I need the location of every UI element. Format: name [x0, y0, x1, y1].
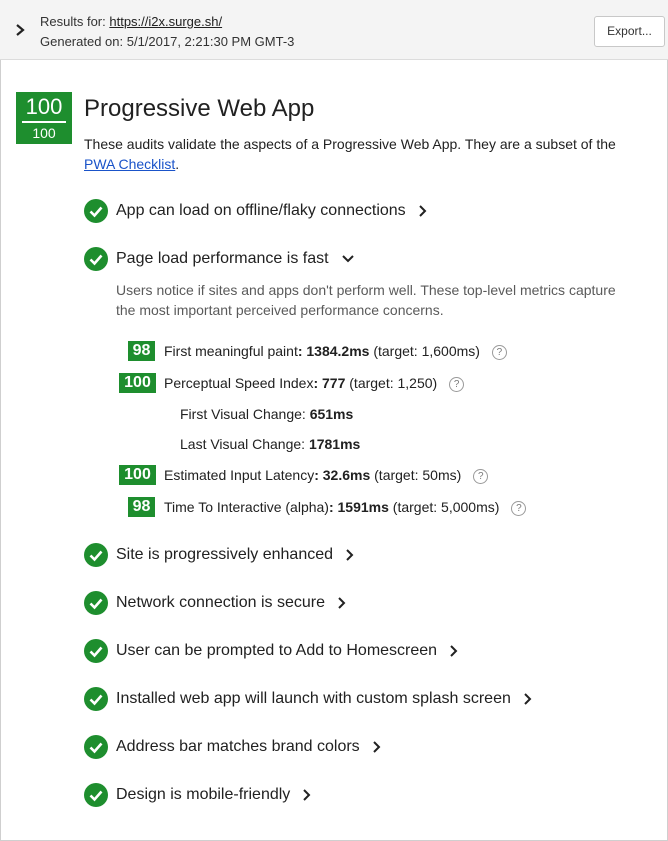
chevron-right-icon — [418, 205, 427, 217]
pass-check-icon — [84, 591, 108, 615]
audit-label: Network connection is secure — [116, 594, 325, 611]
audit-label: Address bar matches brand colors — [116, 738, 360, 755]
metric-value: : 1591ms — [328, 499, 389, 515]
results-url-link[interactable]: https://i2x.surge.sh/ — [109, 14, 222, 29]
export-button[interactable]: Export... — [594, 16, 665, 47]
help-icon[interactable]: ? — [491, 345, 507, 360]
metric-score: 100 — [119, 465, 156, 485]
metric-target: (target: 50ms) — [370, 467, 462, 483]
category-score-badge: 100 100 — [16, 92, 72, 144]
audit-label: App can load on offline/flaky connection… — [116, 202, 406, 219]
pass-check-icon — [84, 783, 108, 807]
metric-value: : 32.6ms — [314, 467, 371, 483]
metric-name: Estimated Input Latency — [164, 467, 315, 483]
chevron-down-icon — [341, 255, 354, 263]
pass-check-icon — [84, 639, 108, 663]
pass-check-icon — [84, 199, 108, 223]
audit-label: Design is mobile-friendly — [116, 786, 291, 803]
chevron-right-icon — [524, 693, 532, 705]
category-description-text: These audits validate the aspects of a P… — [84, 136, 616, 152]
help-icon[interactable]: ? — [473, 469, 489, 484]
chevron-right-icon — [346, 549, 354, 561]
metric-estimated-input-latency: 100 Estimated Input Latency: 32.6ms (tar… — [119, 465, 539, 485]
audit-label: User can be prompted to Add to Homescree… — [116, 642, 438, 659]
metric-value: : 777 — [313, 375, 346, 391]
audit-label: Page load performance is fast — [116, 250, 329, 267]
pass-check-icon — [84, 687, 108, 711]
metric-target: (target: 1,250) — [345, 375, 438, 391]
pwa-checklist-link[interactable]: PWA Checklist — [84, 156, 175, 172]
metric-target: (target: 1,600ms) — [369, 343, 480, 359]
metric-perceptual-speed-index: 100 Perceptual Speed Index: 777 (target:… — [119, 373, 539, 393]
help-icon[interactable]: ? — [449, 377, 465, 392]
audit-label: Site is progressively enhanced — [116, 546, 334, 563]
metric-target: (target: 5,000ms) — [388, 499, 500, 515]
report-meta: Results for: https://i2x.surge.sh/ Gener… — [40, 12, 294, 52]
chevron-right-icon — [450, 645, 458, 657]
report-header: Results for: https://i2x.surge.sh/ Gener… — [0, 0, 668, 60]
category-description-end: . — [175, 156, 180, 172]
category-score: 100 — [25, 94, 63, 119]
generated-on: Generated on: 5/1/2017, 2:21:30 PM GMT-3 — [40, 34, 295, 49]
metric-first-meaningful-paint: 98 First meaningful paint: 1384.2ms (tar… — [128, 341, 548, 361]
metric-name: Perceptual Speed Index — [164, 375, 314, 391]
audit-label: Installed web app will launch with custo… — [116, 690, 511, 707]
results-for-line: Results for: https://i2x.surge.sh/ — [40, 12, 294, 32]
submetric-first-visual-change: First Visual Change: 651ms — [180, 404, 353, 424]
submetric-value: 1781ms — [308, 436, 361, 452]
pass-check-icon — [84, 543, 108, 567]
chevron-right-icon — [338, 597, 346, 609]
chevron-right-icon — [372, 741, 381, 753]
pass-check-icon — [84, 247, 108, 271]
metric-name: Time To Interactive (alpha) — [164, 499, 329, 515]
metric-time-to-interactive: 98 Time To Interactive (alpha): 1591ms (… — [128, 497, 568, 517]
help-icon[interactable]: ? — [511, 501, 527, 516]
category-description: These audits validate the aspects of a P… — [84, 134, 644, 174]
metric-score: 98 — [128, 341, 155, 361]
pass-check-icon — [84, 735, 108, 759]
metric-score: 98 — [128, 497, 155, 517]
category-title: Progressive Web App — [84, 95, 315, 122]
metric-score: 100 — [119, 373, 156, 393]
submetric-name: Last Visual Change: — [180, 436, 309, 452]
results-for-label: Results for: — [40, 14, 110, 29]
category-score-max: 100 — [32, 125, 56, 141]
submetric-last-visual-change: Last Visual Change: 1781ms — [180, 434, 360, 454]
submetric-name: First Visual Change: — [180, 406, 310, 422]
metric-name: First meaningful paint — [164, 343, 298, 359]
expand-toggle-icon[interactable] — [12, 20, 28, 40]
performance-description: Users notice if sites and apps don't per… — [116, 282, 616, 318]
metric-value: : 1384.2ms — [297, 343, 370, 359]
submetric-value: 651ms — [309, 406, 354, 422]
chevron-right-icon — [303, 789, 311, 801]
